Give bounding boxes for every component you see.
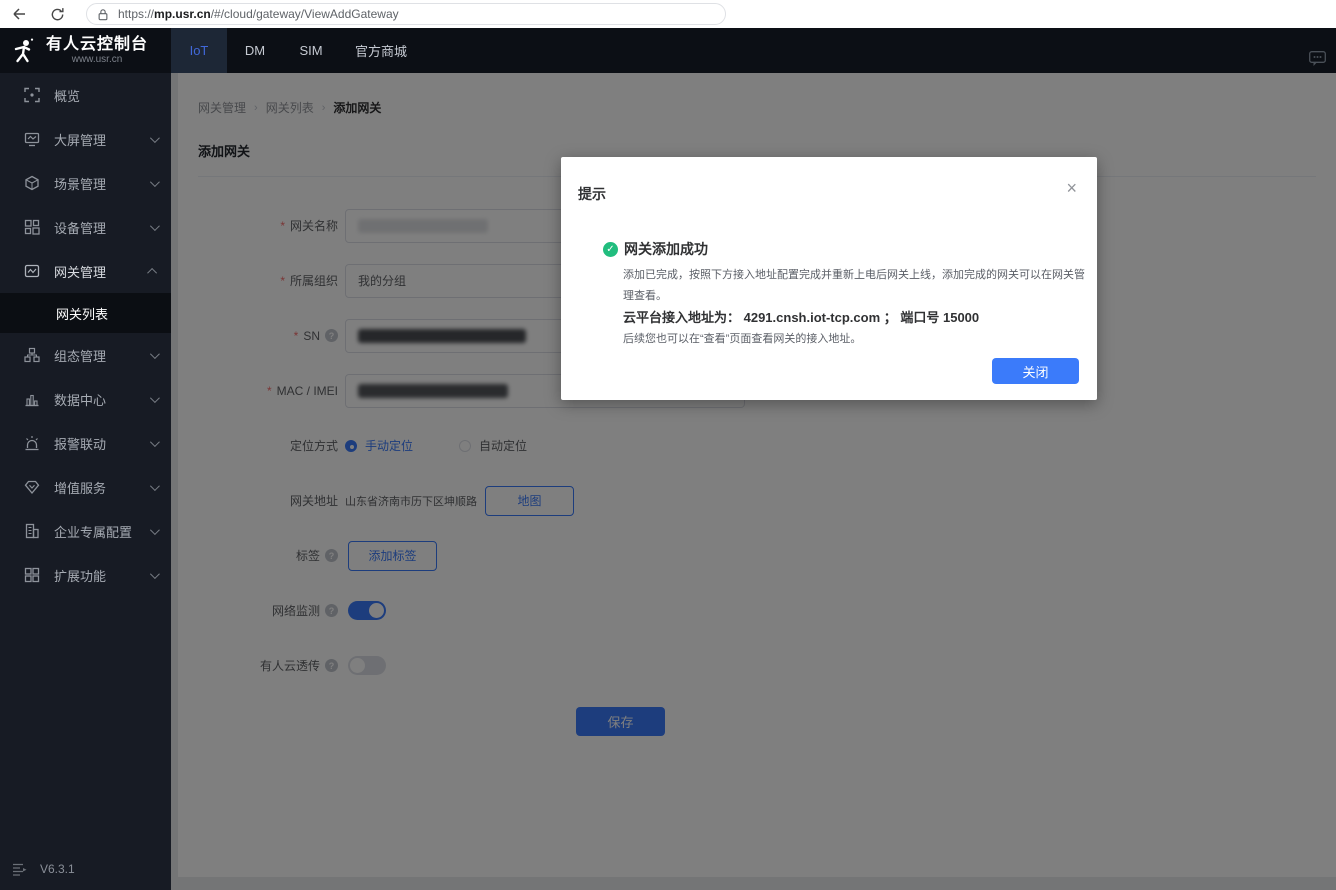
sidebar-item-bigscreen[interactable]: 大屏管理 (0, 117, 171, 161)
scene-icon (24, 175, 40, 191)
sidebar-item-device[interactable]: 设备管理 (0, 205, 171, 249)
chevron-down-icon (150, 393, 160, 403)
app-header: 有人云控制台 www.usr.cn IoT DM SIM 官方商城 (0, 28, 1336, 73)
chevron-up-icon (147, 267, 157, 277)
device-icon (24, 219, 40, 235)
chevron-down-icon (150, 525, 160, 535)
feedback-chat-icon[interactable] (1309, 51, 1326, 67)
enterprise-icon (24, 523, 40, 539)
browser-back-icon[interactable] (10, 6, 27, 23)
nav-tab-mall[interactable]: 官方商城 (339, 28, 423, 73)
sidebar-item-overview[interactable]: 概览 (0, 73, 171, 117)
access-address-line: 云平台接入地址为： 4291.cnsh.iot-tcp.com ； 端口号 15… (623, 307, 1081, 329)
browser-bar: https://mp.usr.cn/#/cloud/gateway/ViewAd… (0, 0, 1336, 28)
nav-tab-sim[interactable]: SIM (283, 28, 339, 73)
close-icon[interactable]: × (1066, 179, 1077, 197)
logo-title: 有人云控制台 (46, 36, 148, 54)
alarm-icon (24, 435, 40, 451)
sidebar-item-scada[interactable]: 组态管理 (0, 333, 171, 377)
chevron-down-icon (150, 437, 160, 447)
gateway-icon (24, 263, 40, 279)
lock-icon (97, 8, 109, 21)
logo-subtitle: www.usr.cn (46, 54, 148, 65)
app-logo[interactable]: 有人云控制台 www.usr.cn (0, 28, 171, 73)
screen-icon (24, 131, 40, 147)
success-title: 网关添加成功 (624, 239, 708, 259)
usr-person-logo-icon (12, 37, 38, 65)
browser-address-bar[interactable]: https://mp.usr.cn/#/cloud/gateway/ViewAd… (86, 3, 726, 25)
nav-tab-dm[interactable]: DM (227, 28, 283, 73)
version-label: V6.3.1 (40, 862, 75, 876)
chevron-down-icon (150, 133, 160, 143)
sidebar-item-gateway[interactable]: 网关管理 (0, 249, 171, 293)
vas-icon (24, 479, 40, 495)
chevron-down-icon (150, 481, 160, 491)
extension-icon (24, 567, 40, 583)
chevron-down-icon (150, 569, 160, 579)
prompt-dialog: 提示 × ✓ 网关添加成功 添加已完成，按照下方接入地址配置完成并重新上电后网关… (561, 157, 1097, 400)
dialog-title: 提示 (578, 184, 606, 204)
success-message: 添加已完成，按照下方接入地址配置完成并重新上电后网关上线，添加完成的网关可以在网… (623, 265, 1095, 307)
sidebar-item-enterprise[interactable]: 企业专属配置 (0, 509, 171, 553)
sidebar-item-alarm[interactable]: 报警联动 (0, 421, 171, 465)
browser-url: https://mp.usr.cn/#/cloud/gateway/ViewAd… (118, 7, 399, 21)
sidebar-item-scene[interactable]: 场景管理 (0, 161, 171, 205)
chevron-down-icon (150, 349, 160, 359)
overview-icon (24, 87, 40, 103)
sidebar-item-extension[interactable]: 扩展功能 (0, 553, 171, 597)
scada-icon (24, 347, 40, 363)
sidebar: 概览 大屏管理 场景管理 设备管理 网关管理 网关列表 组态管理 数据中心 报警… (0, 73, 171, 890)
chevron-down-icon (150, 221, 160, 231)
followup-note: 后续您也可以在“查看”页面查看网关的接入地址。 (623, 329, 1081, 350)
sidebar-collapse-icon[interactable] (12, 863, 28, 876)
sidebar-item-vas[interactable]: 增值服务 (0, 465, 171, 509)
sidebar-item-datacenter[interactable]: 数据中心 (0, 377, 171, 421)
browser-refresh-icon[interactable] (49, 6, 66, 23)
sidebar-item-gateway-list[interactable]: 网关列表 (0, 293, 171, 333)
success-check-icon: ✓ (603, 242, 618, 257)
data-icon (24, 391, 40, 407)
nav-tab-iot[interactable]: IoT (171, 28, 227, 73)
chevron-down-icon (150, 177, 160, 187)
top-nav: IoT DM SIM 官方商城 (171, 28, 423, 73)
close-dialog-button[interactable]: 关闭 (992, 358, 1079, 384)
